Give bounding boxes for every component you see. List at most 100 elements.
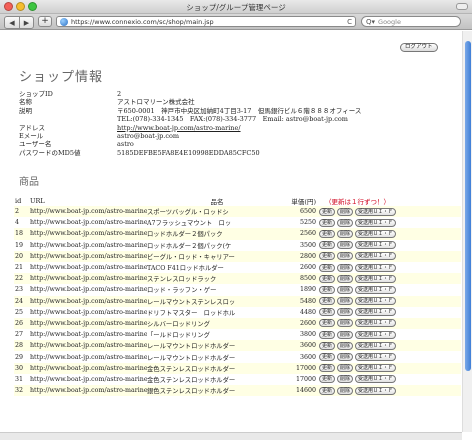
row-price[interactable]: 2600 <box>287 264 319 271</box>
delete-button[interactable]: 削除 <box>337 364 354 373</box>
row-name[interactable]: ドリフトマスター ロッドホル <box>147 308 287 317</box>
vertical-scrollbar[interactable] <box>462 31 472 432</box>
upload-ui-button[interactable]: 受送用ＵＩ・Ｆ <box>355 263 397 272</box>
row-url[interactable]: http://www.boat-jp.com/astro-marine/memb… <box>30 342 147 349</box>
upload-ui-button[interactable]: 受送用ＵＩ・Ｆ <box>355 229 397 238</box>
row-url[interactable]: http://www.boat-jp.com/astro-marine/memb… <box>30 365 147 372</box>
delete-button[interactable]: 削除 <box>337 218 354 227</box>
row-price[interactable]: 1890 <box>287 286 319 293</box>
update-button[interactable]: 更新 <box>319 330 336 339</box>
update-button[interactable]: 更新 <box>319 297 336 306</box>
shop-address-link[interactable]: http://www.boat-jp.com/astro-marine/ <box>117 124 241 132</box>
row-price[interactable]: 2600 <box>287 320 319 327</box>
add-bookmark-button[interactable]: + <box>38 16 52 27</box>
row-url[interactable]: http://www.boat-jp.com/astro-marine/memb… <box>30 230 147 237</box>
row-url[interactable]: http://www.boat-jp.com/astro-marine/memb… <box>30 387 147 394</box>
upload-ui-button[interactable]: 受送用ＵＩ・Ｆ <box>355 375 397 384</box>
horizontal-scrollbar[interactable] <box>0 432 462 440</box>
row-price[interactable]: 2800 <box>287 253 319 260</box>
scrollbar-thumb[interactable] <box>465 41 471 371</box>
upload-ui-button[interactable]: 受送用ＵＩ・Ｆ <box>355 274 397 283</box>
row-name[interactable]: 「ールドロッドリング <box>147 330 287 339</box>
upload-ui-button[interactable]: 受送用ＵＩ・Ｆ <box>355 218 397 227</box>
update-button[interactable]: 更新 <box>319 353 336 362</box>
update-button[interactable]: 更新 <box>319 285 336 294</box>
row-url[interactable]: http://www.boat-jp.com/astro-marine/memb… <box>30 320 147 327</box>
url-text[interactable]: https://www.connexio.com/sc/shop/main.js… <box>71 18 347 26</box>
update-button[interactable]: 更新 <box>319 229 336 238</box>
delete-button[interactable]: 削除 <box>337 330 354 339</box>
row-price[interactable]: 3800 <box>287 331 319 338</box>
row-name[interactable]: 金色ステンレスロッドホルダー <box>147 364 287 373</box>
delete-button[interactable]: 削除 <box>337 375 354 384</box>
row-name[interactable]: スポーツバッグル・ロッドシ <box>147 207 287 216</box>
row-url[interactable]: http://www.boat-jp.com/astro-marine/memb… <box>30 298 147 305</box>
upload-ui-button[interactable]: 受送用ＵＩ・Ｆ <box>355 341 397 350</box>
row-price[interactable]: 8500 <box>287 275 319 282</box>
row-price[interactable]: 5250 <box>287 219 319 226</box>
row-url[interactable]: http://www.boat-jp.com/astro-marine/memb… <box>30 376 147 383</box>
row-name[interactable]: 銀色ステンレスロッドホルダー <box>147 386 287 395</box>
row-price[interactable]: 2560 <box>287 230 319 237</box>
update-button[interactable]: 更新 <box>319 252 336 261</box>
row-url[interactable]: http://www.boat-jp.com/astro-marine/memb… <box>30 286 147 293</box>
delete-button[interactable]: 削除 <box>337 285 354 294</box>
toolbar-toggle-button[interactable] <box>456 3 468 10</box>
upload-ui-button[interactable]: 受送用ＵＩ・Ｆ <box>355 252 397 261</box>
row-name[interactable]: ロッド・ラッフン・ゲー <box>147 285 287 294</box>
update-button[interactable]: 更新 <box>319 207 336 216</box>
delete-button[interactable]: 削除 <box>337 353 354 362</box>
row-name[interactable]: ロッドホルダー２個パック(ケ <box>147 241 287 250</box>
logout-button[interactable]: ログアウト <box>400 43 438 52</box>
update-button[interactable]: 更新 <box>319 218 336 227</box>
row-name[interactable]: 金色ステンレスロッドホルダー <box>147 375 287 384</box>
upload-ui-button[interactable]: 受送用ＵＩ・Ｆ <box>355 285 397 294</box>
row-price[interactable]: 17000 <box>287 376 319 383</box>
delete-button[interactable]: 削除 <box>337 386 354 395</box>
row-url[interactable]: http://www.boat-jp.com/astro-marine/memb… <box>30 264 147 271</box>
row-price[interactable]: 17000 <box>287 365 319 372</box>
row-url[interactable]: http://www.boat-jp.com/astro-marine/memb… <box>30 253 147 260</box>
row-name[interactable]: TACO F41ロッドホルダー <box>147 263 287 272</box>
upload-ui-button[interactable]: 受送用ＵＩ・Ｆ <box>355 330 397 339</box>
row-name[interactable]: ビーグル・ロッド・キャリアー <box>147 252 287 261</box>
upload-ui-button[interactable]: 受送用ＵＩ・Ｆ <box>355 207 397 216</box>
row-name[interactable]: ステンレスロッドラック <box>147 274 287 283</box>
upload-ui-button[interactable]: 受送用ＵＩ・Ｆ <box>355 308 397 317</box>
delete-button[interactable]: 削除 <box>337 308 354 317</box>
row-price[interactable]: 3600 <box>287 354 319 361</box>
delete-button[interactable]: 削除 <box>337 252 354 261</box>
row-url[interactable]: http://www.boat-jp.com/astro-marine/memb… <box>30 242 147 249</box>
upload-ui-button[interactable]: 受送用ＵＩ・Ｆ <box>355 319 397 328</box>
forward-icon[interactable]: ▶ <box>19 17 33 28</box>
row-url[interactable]: http://www.boat-jp.com/astro-marine/memb… <box>30 275 147 282</box>
row-price[interactable]: 14600 <box>287 387 319 394</box>
update-button[interactable]: 更新 <box>319 241 336 250</box>
upload-ui-button[interactable]: 受送用ＵＩ・Ｆ <box>355 353 397 362</box>
row-name[interactable]: レールマウントロッドホルダー <box>147 353 287 362</box>
delete-button[interactable]: 削除 <box>337 207 354 216</box>
address-bar[interactable]: https://www.connexio.com/sc/shop/main.js… <box>56 16 356 27</box>
update-button[interactable]: 更新 <box>319 341 336 350</box>
row-url[interactable]: http://www.boat-jp.com/astro-marine/memb… <box>30 208 147 215</box>
search-icon[interactable]: Q▾ <box>366 18 375 26</box>
row-url[interactable]: http://www.boat-jp.com/astro-marine/memb… <box>30 219 147 226</box>
delete-button[interactable]: 削除 <box>337 263 354 272</box>
back-icon[interactable]: ◀ <box>5 17 19 28</box>
row-price[interactable]: 3500 <box>287 242 319 249</box>
row-name[interactable]: ロッドホルダー２個パック <box>147 229 287 238</box>
row-url[interactable]: http://www.boat-jp.com/astro-marine/memb… <box>30 331 147 338</box>
row-name[interactable]: A7フラッシュマウント ロッ <box>147 218 287 227</box>
row-name[interactable]: レールマウントステンレスロッ <box>147 297 287 306</box>
update-button[interactable]: 更新 <box>319 386 336 395</box>
update-button[interactable]: 更新 <box>319 364 336 373</box>
delete-button[interactable]: 削除 <box>337 229 354 238</box>
row-price[interactable]: 4480 <box>287 309 319 316</box>
upload-ui-button[interactable]: 受送用ＵＩ・Ｆ <box>355 386 397 395</box>
row-url[interactable]: http://www.boat-jp.com/astro-marine/memb… <box>30 309 147 316</box>
upload-ui-button[interactable]: 受送用ＵＩ・Ｆ <box>355 241 397 250</box>
upload-ui-button[interactable]: 受送用ＵＩ・Ｆ <box>355 364 397 373</box>
search-field[interactable]: Q▾ Google <box>361 16 461 27</box>
row-price[interactable]: 5480 <box>287 298 319 305</box>
update-button[interactable]: 更新 <box>319 319 336 328</box>
